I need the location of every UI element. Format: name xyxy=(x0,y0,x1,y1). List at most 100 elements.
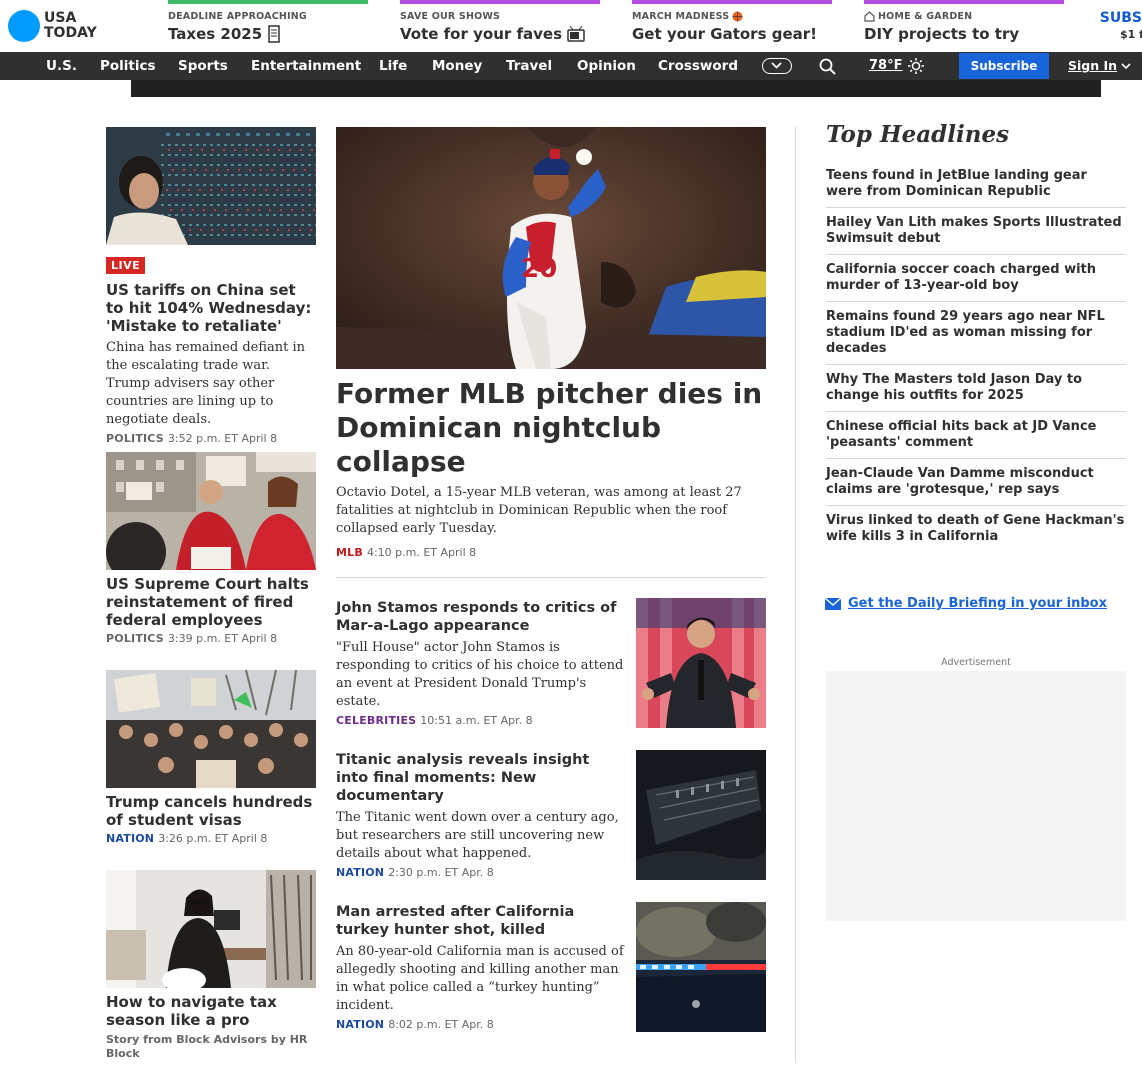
nav-sports[interactable]: Sports xyxy=(178,52,228,80)
nav-crossword[interactable]: Crossword xyxy=(658,52,738,80)
story-image-office[interactable] xyxy=(106,870,316,988)
subscribe-button[interactable]: Subscribe xyxy=(959,53,1049,79)
house-icon xyxy=(864,11,875,22)
tv-icon xyxy=(567,26,585,42)
promo-home-garden[interactable]: HOME & GARDEN DIY projects to try xyxy=(864,0,1064,52)
story-headline[interactable]: John Stamos responds to critics of Mar-a… xyxy=(336,599,626,635)
section-label[interactable]: NATION xyxy=(106,832,154,845)
promo-kicker: DEADLINE APPROACHING xyxy=(168,11,307,22)
story-meta: NATION 3:26 p.m. ET April 8 xyxy=(106,832,316,845)
top-headline-item[interactable]: Remains found 29 years ago near NFL stad… xyxy=(826,302,1126,365)
promo-bar xyxy=(864,0,1064,4)
left-story-student-visas[interactable]: Trump cancels hundreds of student visas … xyxy=(106,670,316,845)
hero-meta: MLB 4:10 p.m. ET April 8 xyxy=(336,546,476,559)
section-label[interactable]: POLITICS xyxy=(106,432,164,445)
promo-march-madness[interactable]: MARCH MADNESS Get your Gators gear! xyxy=(632,0,832,52)
live-badge: LIVE xyxy=(106,257,146,274)
divider xyxy=(336,577,766,578)
subscribe-corner[interactable]: SUBS $1 f xyxy=(1092,10,1142,41)
left-story-tariffs[interactable]: LIVE US tariffs on China set to hit 104%… xyxy=(106,127,316,445)
story-meta: CELEBRITIES 10:51 a.m. ET Apr. 8 xyxy=(336,714,626,727)
story-dek: China has remained defiant in the escala… xyxy=(106,340,306,427)
promo-title: Vote for your faves xyxy=(400,25,600,43)
main-nav: U.S. Politics Sports Entertainment Life … xyxy=(0,52,1142,80)
section-label[interactable]: CELEBRITIES xyxy=(336,714,416,727)
story-headline[interactable]: Titanic analysis reveals insight into fi… xyxy=(336,751,626,805)
story-image-protest[interactable] xyxy=(106,452,316,570)
center-story-stamos[interactable]: John Stamos responds to critics of Mar-a… xyxy=(336,599,626,727)
promo-kicker: MARCH MADNESS xyxy=(632,11,832,22)
promo-taxes[interactable]: DEADLINE APPROACHING Taxes 2025 xyxy=(168,0,368,52)
signin-button[interactable]: Sign In xyxy=(1068,52,1131,80)
story-headline[interactable]: Trump cancels hundreds of student visas xyxy=(106,793,316,829)
receipt-icon xyxy=(268,25,280,43)
section-label[interactable]: NATION xyxy=(336,866,384,879)
story-meta: POLITICS 3:39 p.m. ET April 8 xyxy=(106,632,316,645)
logo-dot xyxy=(8,10,40,42)
column-divider xyxy=(795,127,796,1062)
left-story-tax-season[interactable]: How to navigate tax season like a pro St… xyxy=(106,870,316,1061)
promo-title: Get your Gators gear! xyxy=(632,25,817,43)
svg-text:20: 20 xyxy=(521,254,557,284)
section-label[interactable]: NATION xyxy=(336,1018,384,1031)
top-headline-item[interactable]: Hailey Van Lith makes Sports Illustrated… xyxy=(826,208,1126,255)
section-label[interactable]: MLB xyxy=(336,546,363,559)
story-image-stamos[interactable] xyxy=(636,598,766,728)
section-label[interactable]: POLITICS xyxy=(106,632,164,645)
timestamp: 10:51 a.m. ET Apr. 8 xyxy=(420,714,533,727)
ad-strip xyxy=(131,80,1101,97)
nav-search-button[interactable] xyxy=(819,58,836,79)
story-headline[interactable]: Man arrested after California turkey hun… xyxy=(336,903,626,939)
search-icon xyxy=(819,58,836,75)
nav-weather[interactable]: 78°F xyxy=(869,52,925,80)
story-dek: An 80-year-old California man is accused… xyxy=(336,944,624,1013)
top-headline-item[interactable]: Why The Masters told Jason Day to change… xyxy=(826,365,1126,412)
advertisement-label: Advertisement xyxy=(941,657,1011,668)
top-headline-item[interactable]: Chinese official hits back at JD Vance '… xyxy=(826,412,1126,459)
nav-life[interactable]: Life xyxy=(379,52,407,80)
nav-opinion[interactable]: Opinion xyxy=(577,52,636,80)
center-story-titanic[interactable]: Titanic analysis reveals insight into fi… xyxy=(336,751,626,879)
nav-entertainment[interactable]: Entertainment xyxy=(251,52,361,80)
envelope-icon xyxy=(825,597,841,610)
nav-us[interactable]: U.S. xyxy=(46,52,77,80)
promo-title: Taxes 2025 xyxy=(168,25,368,43)
promo-bar xyxy=(400,0,600,4)
top-headline-item[interactable]: Teens found in JetBlue landing gear were… xyxy=(826,161,1126,208)
daily-briefing-link[interactable]: Get the Daily Briefing in your inbox xyxy=(825,596,1107,611)
hero-image[interactable]: 20 xyxy=(336,127,766,369)
promo-shows[interactable]: SAVE OUR SHOWS Vote for your faves xyxy=(400,0,600,52)
timestamp: 8:02 p.m. ET Apr. 8 xyxy=(388,1018,494,1031)
story-image-crowd[interactable] xyxy=(106,670,316,788)
story-headline[interactable]: US tariffs on China set to hit 104% Wedn… xyxy=(106,281,316,335)
story-meta: NATION 2:30 p.m. ET Apr. 8 xyxy=(336,866,626,879)
story-headline[interactable]: US Supreme Court halts reinstatement of … xyxy=(106,575,316,629)
center-story-turkey-hunter[interactable]: Man arrested after California turkey hun… xyxy=(336,903,626,1031)
hero-headline[interactable]: Former MLB pitcher dies in Dominican nig… xyxy=(336,377,766,479)
story-meta: POLITICS 3:52 p.m. ET April 8 xyxy=(106,432,316,445)
basketball-icon xyxy=(732,11,743,22)
top-headline-item[interactable]: Virus linked to death of Gene Hackman's … xyxy=(826,506,1126,552)
temperature: 78°F xyxy=(869,58,903,73)
promo-title: DIY projects to try xyxy=(864,25,1020,43)
top-headline-item[interactable]: California soccer coach charged with mur… xyxy=(826,255,1126,302)
usa-today-logo[interactable]: USA TODAY xyxy=(8,10,97,42)
timestamp: 4:10 p.m. ET April 8 xyxy=(366,546,477,559)
story-meta: NATION 8:02 p.m. ET Apr. 8 xyxy=(336,1018,626,1031)
story-image-tariffs[interactable] xyxy=(106,127,316,245)
nav-more-button[interactable] xyxy=(762,58,792,74)
advertisement-slot[interactable] xyxy=(826,671,1126,921)
story-image-police-car[interactable] xyxy=(636,902,766,1032)
left-story-supreme-court[interactable]: US Supreme Court halts reinstatement of … xyxy=(106,452,316,645)
nav-politics[interactable]: Politics xyxy=(100,52,156,80)
nav-travel[interactable]: Travel xyxy=(506,52,552,80)
hero-dek: Octavio Dotel, a 15-year MLB veteran, wa… xyxy=(336,485,742,536)
story-dek: The Titanic went down over a century ago… xyxy=(336,810,619,861)
story-image-titanic[interactable] xyxy=(636,750,766,880)
top-headline-item[interactable]: Jean-Claude Van Damme misconduct claims … xyxy=(826,459,1126,506)
story-headline[interactable]: How to navigate tax season like a pro xyxy=(106,993,316,1029)
timestamp: 2:30 p.m. ET Apr. 8 xyxy=(388,866,494,879)
nav-money[interactable]: Money xyxy=(432,52,482,80)
sponsor-label: Story from Block Advisors by HR Block xyxy=(106,1033,308,1060)
promo-kicker: HOME & GARDEN xyxy=(864,11,1064,22)
